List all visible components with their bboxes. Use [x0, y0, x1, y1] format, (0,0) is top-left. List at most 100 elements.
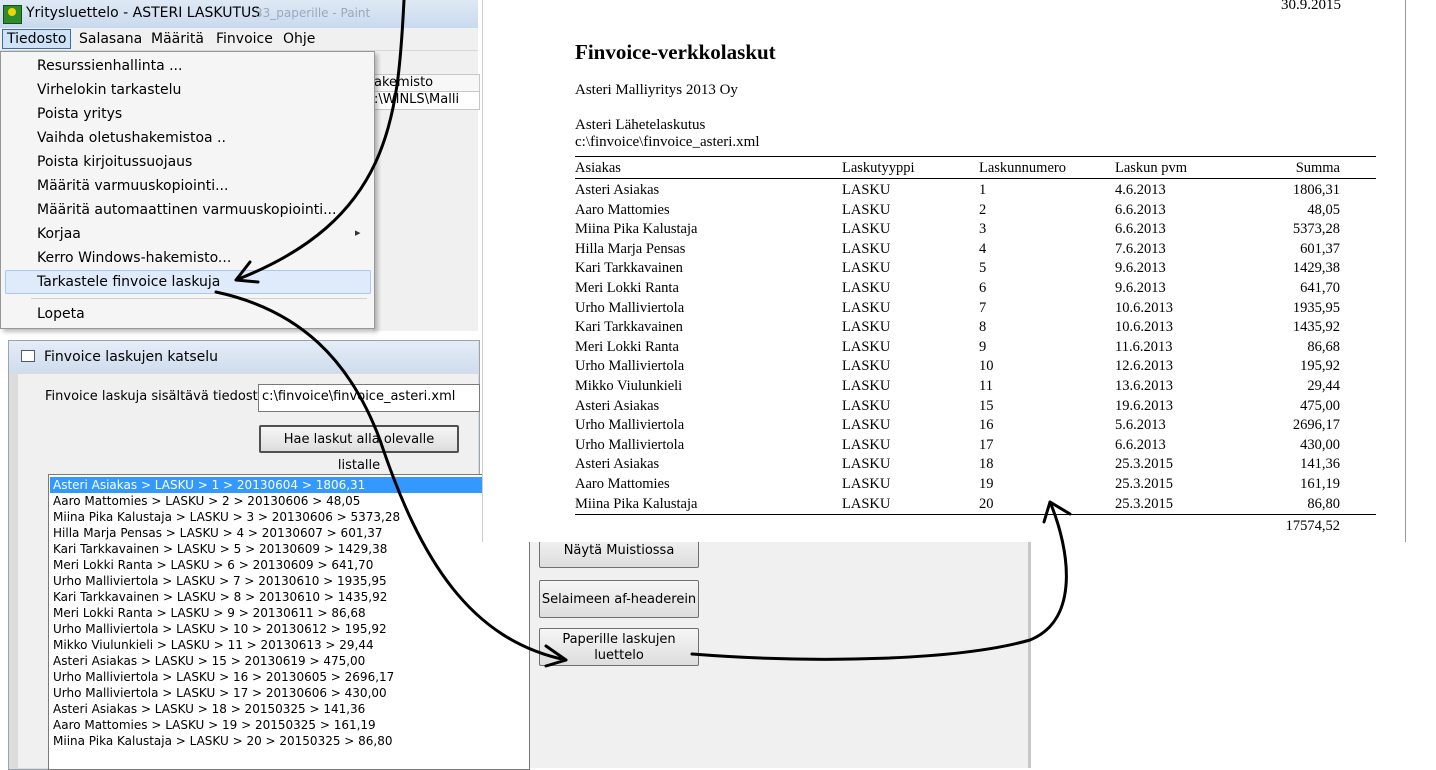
cell-summa: 86,68	[1307, 338, 1340, 355]
list-item[interactable]: Kari Tarkkavainen > LASKU > 8 > 20130610…	[53, 589, 387, 605]
cell-asiakas: Aaro Mattomies	[575, 201, 670, 218]
cell-asiakas: Kari Tarkkavainen	[575, 319, 683, 336]
cell-laskutyyppi: LASKU	[842, 240, 891, 257]
cell-asiakas: Kari Tarkkavainen	[575, 260, 683, 277]
cell-laskutyyppi: LASKU	[842, 319, 891, 336]
total-line	[575, 514, 1376, 515]
menu-ohje[interactable]: Ohje	[279, 30, 319, 48]
menu-item-varmuuskopiointi[interactable]: Määritä varmuuskopiointi...	[37, 176, 228, 196]
list-item[interactable]: Asteri Asiakas > LASKU > 15 > 20130619 >…	[53, 653, 365, 669]
window-title: Yritysluettelo - ASTERI LASKUTUS	[26, 5, 261, 21]
cell-laskun-pvm: 5.6.2013	[1115, 417, 1166, 434]
cell-laskun-pvm: 19.6.2013	[1115, 397, 1173, 414]
cell-laskutyyppi: LASKU	[842, 456, 891, 473]
cell-laskunnumero: 16	[979, 417, 994, 434]
file-path-value: c:\finvoice\finvoice_asteri.xml	[262, 389, 456, 404]
menu-tiedosto[interactable]: Tiedosto	[2, 29, 72, 49]
cell-asiakas: Urho Malliviertola	[575, 436, 685, 453]
cell-laskun-pvm: 10.6.2013	[1115, 319, 1173, 336]
menu-item-tarkastele-finvoice[interactable]: Tarkastele finvoice laskuja	[37, 272, 220, 292]
list-item[interactable]: Miina Pika Kalustaja > LASKU > 3 > 20130…	[53, 509, 400, 525]
list-item[interactable]: Urho Malliviertola > LASKU > 17 > 201306…	[53, 685, 387, 701]
report-date: 30.9.2015	[1281, 0, 1341, 13]
cell-laskutyyppi: LASKU	[842, 221, 891, 238]
menu-item-vaihda-oletushakemisto[interactable]: Vaihda oletushakemistoa ..	[37, 128, 226, 148]
to-browser-button[interactable]: Selaimeen af-headerein	[539, 580, 699, 618]
file-menu-dropdown: Resurssienhallinta ... Virhelokin tarkas…	[0, 51, 375, 329]
cell-laskun-pvm: 9.6.2013	[1115, 280, 1166, 296]
menu-item-windows-hakemisto[interactable]: Kerro Windows-hakemisto...	[37, 248, 231, 268]
menu-finvoice[interactable]: Finvoice	[212, 30, 277, 48]
list-item[interactable]: Asteri Asiakas > LASKU > 18 > 20150325 >…	[53, 701, 365, 717]
cell-summa: 430,00	[1300, 436, 1340, 453]
list-item[interactable]: Miina Pika Kalustaja > LASKU > 20 > 2015…	[53, 733, 393, 749]
list-item[interactable]: Urho Malliviertola > LASKU > 10 > 201306…	[53, 621, 387, 637]
cell-laskutyyppi: LASKU	[842, 397, 891, 414]
menu-item-korjaa[interactable]: Korjaa	[37, 224, 81, 244]
cell-laskun-pvm: 25.3.2015	[1115, 476, 1173, 492]
menu-item-lopeta[interactable]: Lopeta	[37, 304, 85, 324]
cell-summa: 48,05	[1307, 201, 1340, 218]
cell-summa: 141,36	[1300, 456, 1340, 473]
cell-laskunnumero: 10	[979, 358, 994, 375]
background-window-title: 33_paperille - Paint	[255, 6, 371, 20]
report-source-name: Asteri Lähetelaskutus	[575, 117, 706, 133]
list-item[interactable]: Hilla Marja Pensas > LASKU > 4 > 2013060…	[53, 525, 383, 541]
cell-laskunnumero: 19	[979, 476, 994, 492]
list-item[interactable]: Aaro Mattomies > LASKU > 2 > 20130606 > …	[53, 493, 360, 509]
list-item[interactable]: Kari Tarkkavainen > LASKU > 5 > 20130609…	[53, 541, 387, 557]
cell-laskunnumero: 5	[979, 260, 987, 277]
cell-asiakas: Urho Malliviertola	[575, 417, 685, 434]
cell-asiakas: Asteri Asiakas	[575, 182, 660, 198]
cell-laskun-pvm: 6.6.2013	[1115, 221, 1166, 238]
to-browser-label: Selaimeen af-headerein	[541, 592, 697, 607]
show-in-notepad-label: Näytä Muistiossa	[563, 543, 675, 558]
cell-laskunnumero: 2	[979, 201, 987, 218]
menu-item-poista-kirjoitussuojaus[interactable]: Poista kirjoitussuojaus	[37, 152, 192, 172]
cell-laskunnumero: 9	[979, 338, 987, 355]
list-item[interactable]: Urho Malliviertola > LASKU > 16 > 201306…	[53, 669, 394, 685]
cell-asiakas: Mikko Viulunkieli	[575, 378, 683, 394]
report-source-path: c:\finvoice\finvoice_asteri.xml	[575, 134, 760, 150]
cell-summa: 1806,31	[1292, 182, 1340, 198]
cell-laskunnumero: 11	[979, 378, 993, 394]
invoice-list[interactable]: Asteri Asiakas > LASKU > 1 > 20130604 > …	[48, 474, 530, 770]
cell-asiakas: Urho Malliviertola	[575, 299, 685, 316]
cell-laskutyyppi: LASKU	[842, 280, 891, 296]
cell-laskunnumero: 17	[979, 436, 994, 453]
cell-laskun-pvm: 25.3.2015	[1115, 495, 1173, 512]
cell-laskun-pvm: 25.3.2015	[1115, 456, 1173, 473]
cell-laskutyyppi: LASKU	[842, 338, 891, 355]
print-list-button[interactable]: Paperille laskujen luettelo	[539, 628, 699, 666]
menu-separator	[31, 298, 367, 299]
cell-laskunnumero: 7	[979, 299, 987, 316]
list-item[interactable]: Urho Malliviertola > LASKU > 7 > 2013061…	[53, 573, 387, 589]
menu-maarita[interactable]: Määritä	[147, 30, 208, 48]
list-item[interactable]: Asteri Asiakas > LASKU > 1 > 20130604 > …	[50, 477, 527, 493]
column-header-summa: Summa	[1295, 160, 1340, 176]
cell-summa: 161,19	[1300, 476, 1340, 492]
menu-item-automaattinen-varmuuskopiointi[interactable]: Määritä automaattinen varmuuskopiointi..…	[37, 200, 336, 220]
file-path-input[interactable]: c:\finvoice\finvoice_asteri.xml	[258, 384, 480, 412]
cell-asiakas: Asteri Asiakas	[575, 397, 660, 414]
list-item[interactable]: Aaro Mattomies > LASKU > 19 > 20150325 >…	[53, 717, 376, 733]
cell-laskun-pvm: 6.6.2013	[1115, 201, 1166, 218]
menu-item-virheloki[interactable]: Virhelokin tarkastelu	[37, 80, 181, 100]
list-item[interactable]: Mikko Viulunkieli > LASKU > 11 > 2013061…	[53, 637, 374, 653]
fetch-invoices-button[interactable]: Hae laskut alla olevalle listalle	[259, 425, 459, 473]
cell-laskutyyppi: LASKU	[842, 436, 891, 453]
app-icon	[3, 5, 22, 24]
cell-laskunnumero: 20	[979, 495, 994, 512]
cell-laskunnumero: 8	[979, 319, 987, 336]
cell-asiakas: Meri Lokki Ranta	[575, 338, 679, 355]
submenu-arrow-icon: ▸	[355, 226, 361, 239]
list-item[interactable]: Meri Lokki Ranta > LASKU > 6 > 20130609 …	[53, 557, 373, 573]
company-grid[interactable]: akemisto :\WINLS\Malli	[373, 74, 480, 110]
grid-cell[interactable]: :\WINLS\Malli	[374, 92, 479, 108]
menu-salasana[interactable]: Salasana	[75, 30, 146, 48]
menu-item-poista-yritys[interactable]: Poista yritys	[37, 104, 122, 124]
menu-item-resurssienhallinta[interactable]: Resurssienhallinta ...	[37, 56, 182, 76]
cell-laskun-pvm: 13.6.2013	[1115, 378, 1173, 394]
list-item[interactable]: Meri Lokki Ranta > LASKU > 9 > 20130611 …	[53, 605, 366, 621]
finvoice-window-titlebar: Finvoice laskujen katselu	[9, 341, 478, 373]
